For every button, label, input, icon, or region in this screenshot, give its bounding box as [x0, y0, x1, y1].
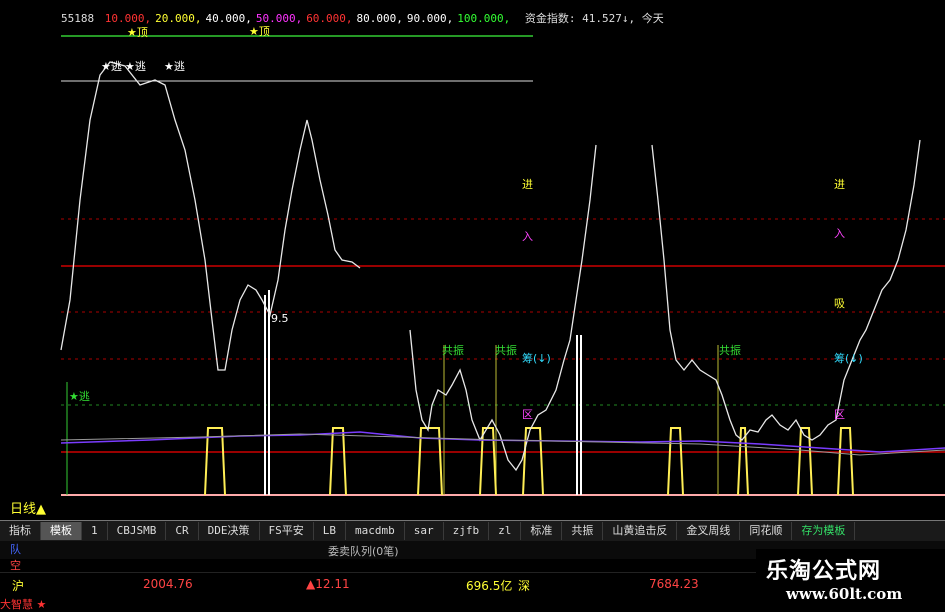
- signal-pulse: [522, 427, 544, 496]
- in-label: 入: [834, 227, 845, 240]
- resonance-label: 共振: [719, 343, 741, 357]
- indicator-tab[interactable]: 指标: [0, 522, 41, 540]
- indicator-tab[interactable]: 同花顺: [740, 522, 793, 540]
- main-curve: [409, 144, 597, 472]
- indicator-tab[interactable]: 共振: [562, 522, 604, 540]
- watermark-url: www.60lt.com: [786, 585, 903, 603]
- indicator-tab[interactable]: 存为模板: [792, 522, 856, 540]
- watermark-logo: 乐淘公式网 www.60lt.com: [756, 549, 945, 609]
- resonance-label: 共振: [442, 343, 464, 357]
- legend-item: 60.000,: [306, 12, 353, 25]
- legend-item: 20.000,: [155, 12, 202, 25]
- watermark-title: 乐淘公式网: [766, 559, 882, 584]
- market1-index: 2004.76: [143, 577, 193, 591]
- footer-text: 大智慧 ★: [0, 598, 47, 611]
- signal-pulse: [329, 427, 347, 496]
- indicator-tab[interactable]: macdmb: [346, 522, 405, 540]
- market2-label: 深: [518, 579, 531, 593]
- queue-side-label2: 空: [10, 559, 21, 572]
- app-footer: 大智慧 ★: [0, 596, 120, 611]
- indicator-tab[interactable]: sar: [405, 522, 444, 540]
- indicator-chart: ★顶★逃 ★逃 ★逃★顶★逃9.5共振 共振 共振进入筹(↓)区进入吸筹(↓)区: [60, 25, 945, 496]
- purple-line: [60, 431, 945, 453]
- chip-label: 筹(↓): [834, 351, 863, 365]
- legend-item: 100.000,: [457, 12, 511, 25]
- zone-label: 区: [522, 408, 533, 421]
- market1-amount: 696.5亿: [466, 579, 513, 593]
- timeframe-label[interactable]: 日线▲: [10, 500, 46, 520]
- zone-label: 区: [834, 408, 845, 421]
- indicator-tab[interactable]: 金叉周线: [677, 522, 741, 540]
- legend-item: 40.000,: [205, 12, 252, 25]
- market2-index: 7684.23: [649, 577, 699, 591]
- indicator-tab[interactable]: 1: [82, 522, 108, 540]
- legend-code: 55188: [61, 12, 95, 25]
- legend-fund-index: 资金指数: 41.527↓, 今天: [524, 12, 664, 25]
- market1-change: ▲12.11: [306, 577, 350, 591]
- main-curve: [60, 61, 361, 371]
- escape-label: ★逃: [101, 60, 122, 73]
- indicator-tab[interactable]: CR: [166, 522, 199, 540]
- in-label: 入: [522, 230, 533, 243]
- indicator-tabbar: 指标 模板 1 CBJSMB CR DDE决策 FS平安 LB macdmb sar zjfb zl 标…: [0, 520, 945, 541]
- indicator-tab[interactable]: zl: [489, 522, 522, 540]
- legend-item: 80.000,: [356, 12, 403, 25]
- indicator-tab[interactable]: LB: [314, 522, 346, 540]
- escape-label: ★逃: [125, 60, 146, 73]
- market1-label: 沪: [12, 579, 25, 593]
- indicator-tab[interactable]: CBJSMB: [108, 522, 167, 540]
- absorb-label: 吸: [834, 297, 845, 310]
- indicator-tab[interactable]: FS平安: [260, 522, 314, 540]
- legend-item: 10.000,: [104, 12, 152, 25]
- queue-title: 委卖队列(0笔): [328, 545, 399, 558]
- escape-label: ★逃: [164, 60, 185, 73]
- indicator-tab[interactable]: DDE决策: [199, 522, 260, 540]
- signal-pulse: [479, 427, 497, 496]
- resonance-label: 共振: [495, 343, 517, 357]
- indicator-tab[interactable]: 标准: [521, 522, 563, 540]
- main-curve: [651, 139, 921, 441]
- top-label: ★顶: [127, 26, 148, 39]
- legend-item: 50.000,: [255, 12, 303, 25]
- signal-pulse: [837, 427, 854, 496]
- indicator-tab[interactable]: 模板: [41, 522, 82, 540]
- indicator-tab[interactable]: zjfb: [444, 522, 490, 540]
- legend-item: 90.000,: [406, 12, 454, 25]
- num-label: 9.5: [271, 312, 289, 325]
- enter-label: 进: [834, 178, 845, 191]
- escape-bottom-label: ★逃: [69, 390, 90, 403]
- indicator-legend: 55188 10.000, 20.000, 40.000, 50.000, 60.000…: [61, 10, 668, 26]
- indicator-tab[interactable]: 山黄追击反: [603, 522, 678, 540]
- queue-side-label: 队: [10, 543, 21, 556]
- enter-label: 进: [522, 178, 533, 191]
- top-label: ★顶: [249, 25, 270, 38]
- signal-pulse: [667, 427, 684, 496]
- chip-label: 筹(↓): [522, 351, 551, 365]
